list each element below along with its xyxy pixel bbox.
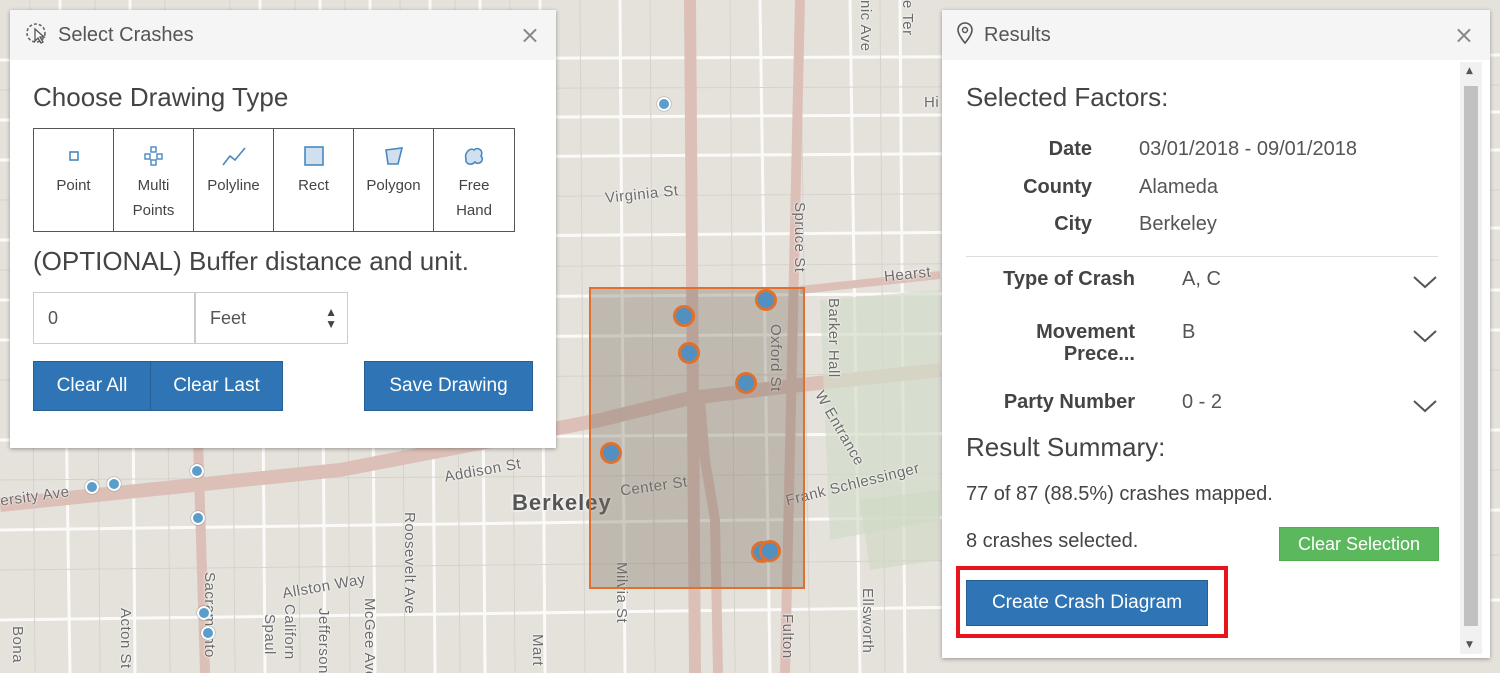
freehand-icon [464, 147, 484, 165]
factor-value-party-number: 0 - 2 [1182, 391, 1223, 413]
factor-label-city: City [1054, 213, 1092, 235]
buffer-heading: (OPTIONAL) Buffer distance and unit. [33, 246, 469, 276]
panel-title: Results [984, 23, 1051, 46]
draw-type-label: Rect [298, 177, 329, 194]
draw-type-label: Point [56, 177, 91, 194]
save-drawing-button[interactable]: Save Drawing [364, 361, 533, 411]
crash-marker[interactable] [201, 626, 215, 640]
crash-marker[interactable] [85, 480, 99, 494]
unit-select-value: Feet [210, 307, 247, 328]
clear-selection-button[interactable]: Clear Selection [1279, 527, 1439, 561]
street-label-martin: Mart [529, 634, 546, 666]
selected-crash-marker[interactable] [673, 305, 695, 327]
street-label-ellsworth: Ellsworth [859, 588, 876, 654]
scroll-thumb[interactable] [1464, 86, 1478, 626]
selected-crash-marker[interactable] [678, 342, 700, 364]
factor-value-date: 03/01/2018 - 09/01/2018 [1139, 138, 1357, 160]
street-label-fulton: Fulton [779, 614, 796, 659]
factor-label-county: County [1023, 176, 1092, 198]
chevron-down-icon[interactable] [1412, 398, 1438, 414]
street-label-spaulding: Spaul [261, 614, 278, 655]
highlight-annotation [956, 566, 1228, 638]
factor-label-date: Date [1048, 138, 1092, 160]
clear-all-button[interactable]: Clear All [33, 361, 151, 411]
divider [966, 256, 1438, 257]
factor-value-county: Alameda [1139, 176, 1218, 198]
crash-marker[interactable] [657, 97, 671, 111]
street-label-jefferson: Jefferson [315, 608, 332, 673]
select-crashes-panel: Select Crashes × Choose Drawing Type Poi… [10, 10, 556, 448]
factor-label-movement-line1: Movement [1036, 321, 1135, 343]
polygon-icon [384, 147, 403, 165]
street-label-acton: Acton St [117, 608, 134, 669]
street-label-top-ter: e Ter [899, 0, 916, 36]
drawing-type-group: Point Multi Points Polyline Rect Polygon … [33, 128, 515, 232]
draw-type-point[interactable]: Point [34, 129, 114, 231]
factor-value-city: Berkeley [1139, 213, 1217, 235]
draw-type-label: Free Hand [456, 177, 492, 219]
close-icon[interactable]: × [520, 23, 540, 47]
panel-header: Select Crashes × [10, 10, 556, 60]
scroll-down-icon[interactable]: ▼ [1466, 640, 1473, 650]
street-label-spruce: Spruce St [791, 202, 808, 273]
street-label-california: Californ [281, 604, 298, 660]
crash-marker[interactable] [197, 606, 211, 620]
street-label-top-ave: nic Ave [857, 0, 874, 52]
street-label-mcgee: McGee Ave [361, 598, 378, 673]
polyline-icon [221, 147, 246, 166]
factor-value-movement: B [1182, 321, 1196, 343]
draw-type-freehand[interactable]: Free Hand [434, 129, 514, 231]
draw-type-multi-points[interactable]: Multi Points [114, 129, 194, 231]
panel-header: Results × [942, 10, 1490, 60]
scroll-up-icon[interactable]: ▲ [1466, 66, 1473, 76]
draw-type-rect[interactable]: Rect [274, 129, 354, 231]
draw-type-label: Polygon [366, 177, 421, 194]
selected-factors-heading: Selected Factors: [966, 82, 1169, 112]
rect-icon [303, 146, 324, 166]
chevron-down-icon[interactable] [1412, 274, 1438, 290]
panel-title: Select Crashes [58, 23, 194, 46]
street-label-barker: Barker Hall [825, 298, 842, 378]
draw-type-label: Polyline [207, 177, 260, 194]
multi-points-icon [143, 146, 163, 166]
draw-type-polyline[interactable]: Polyline [194, 129, 274, 231]
crashes-mapped-text: 77 of 87 (88.5%) crashes mapped. [966, 483, 1273, 505]
selected-crash-marker[interactable] [600, 442, 622, 464]
factor-value-type-of-crash: A, C [1182, 268, 1221, 290]
street-label-roosevelt: Roosevelt Ave [401, 512, 418, 615]
chevron-down-icon[interactable] [1412, 328, 1438, 344]
buffer-distance-input[interactable]: 0 [33, 292, 195, 344]
choose-drawing-heading: Choose Drawing Type [33, 82, 289, 112]
draw-type-label: Multi Points [132, 177, 175, 219]
street-label-bona: Bona [9, 626, 26, 664]
street-label-top-hi: Hi [924, 94, 940, 111]
map-pin-icon [956, 21, 974, 49]
unit-select[interactable]: Feet ▲ ▼ [195, 292, 348, 344]
select-arrows-icon: ▲ ▼ [325, 305, 337, 331]
draw-type-polygon[interactable]: Polygon [354, 129, 434, 231]
result-summary-heading: Result Summary: [966, 432, 1166, 462]
selected-crash-marker[interactable] [759, 540, 781, 562]
factor-label-type-of-crash: Type of Crash [1003, 268, 1135, 290]
factor-label-movement-line2: Prece... [1063, 343, 1135, 365]
close-icon[interactable]: × [1454, 23, 1474, 47]
selected-crash-marker[interactable] [735, 372, 757, 394]
clear-last-button[interactable]: Clear Last [150, 361, 283, 411]
crash-marker[interactable] [191, 511, 205, 525]
factor-label-party-number: Party Number [1003, 391, 1135, 413]
crashes-selected-text: 8 crashes selected. [966, 530, 1139, 552]
point-icon [68, 151, 79, 161]
buffer-distance-value: 0 [48, 307, 59, 328]
cursor-select-icon [24, 21, 48, 49]
crash-marker[interactable] [190, 464, 204, 478]
results-panel: Results × Selected Factors: Date 03/01/2… [942, 10, 1490, 658]
selected-crash-marker[interactable] [755, 289, 777, 311]
crash-marker[interactable] [107, 477, 121, 491]
scrollbar[interactable]: ▲ ▼ [1460, 62, 1482, 654]
